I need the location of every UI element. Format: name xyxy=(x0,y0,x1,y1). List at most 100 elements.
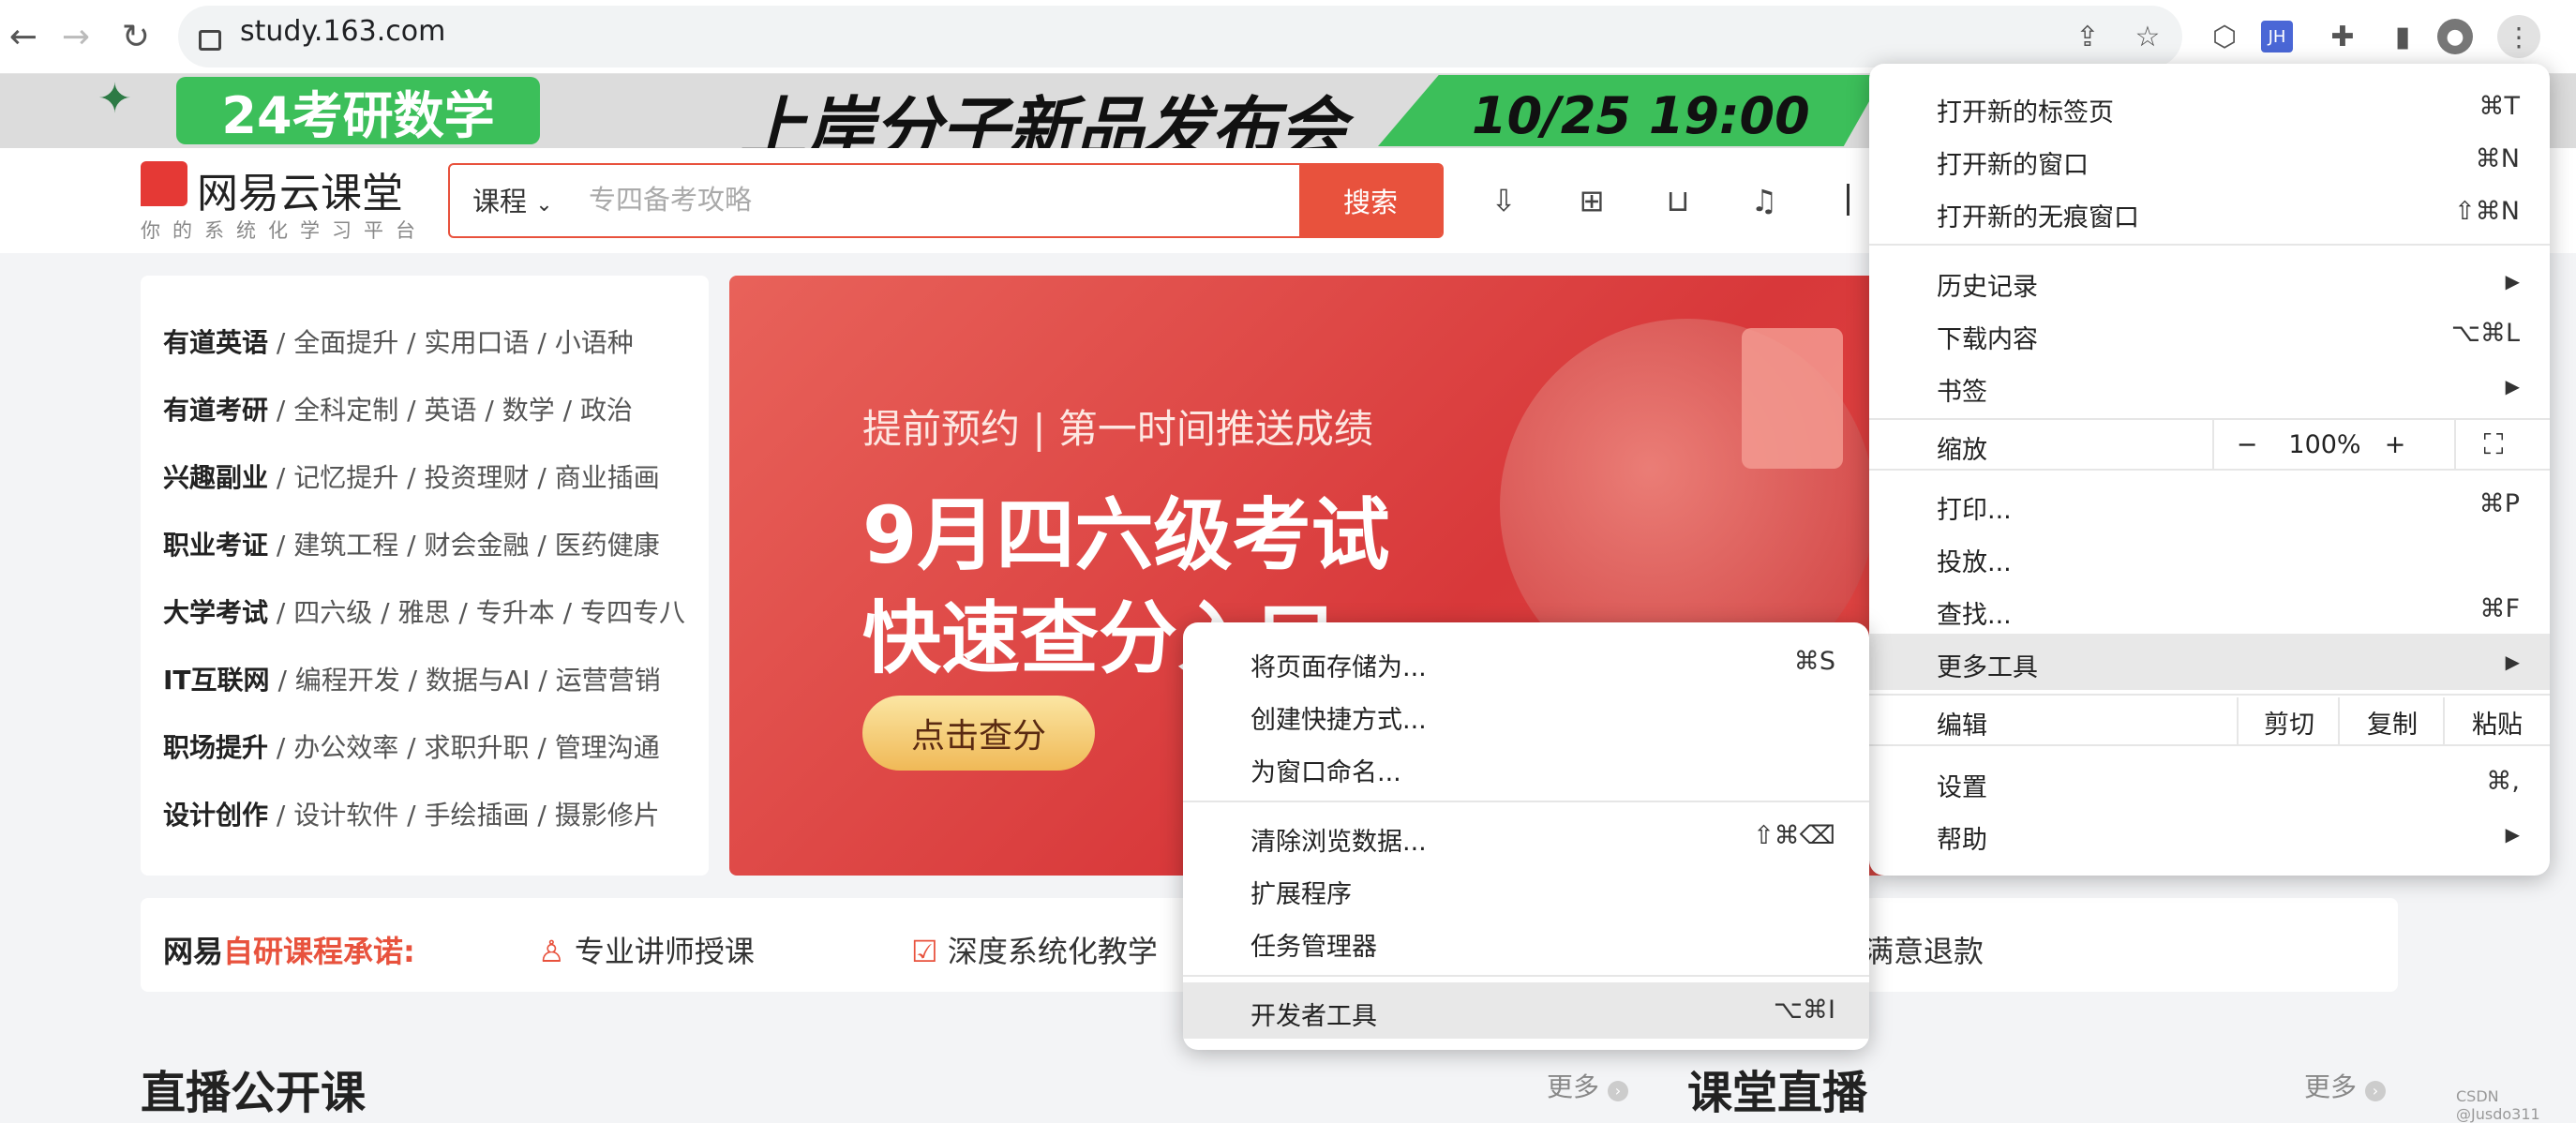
gift-icon[interactable]: ⊞ xyxy=(1571,180,1612,221)
category-row[interactable]: 有道考研 / 全科定制 / 英语 / 数学 / 政治 xyxy=(163,390,633,427)
logo-name[interactable]: 网易云课堂 xyxy=(197,159,403,219)
submenu-arrow-icon: ▶ xyxy=(2505,375,2520,397)
category-subs[interactable]: / 编程开发 / 数据与AI / 运营营销 xyxy=(277,665,660,696)
header-divider xyxy=(1847,184,1850,216)
submenu-item-create-shortcut[interactable]: 创建快捷方式... xyxy=(1183,690,1869,739)
category-row[interactable]: 兴趣副业 / 记忆提升 / 投资理财 / 商业插画 xyxy=(163,457,660,495)
category-subs[interactable]: / 全面提升 / 实用口语 / 小语种 xyxy=(277,327,634,358)
copy-button[interactable]: 复制 xyxy=(2338,697,2445,746)
search-input[interactable] xyxy=(587,169,1284,231)
category-row[interactable]: 职业考证 / 建筑工程 / 财会金融 / 医药健康 xyxy=(163,525,660,562)
category-panel xyxy=(141,276,709,876)
category-main[interactable]: 大学考试 xyxy=(163,597,268,628)
live-more-link[interactable]: 更多 › xyxy=(1547,1067,1628,1104)
category-subs[interactable]: / 全科定制 / 英语 / 数学 / 政治 xyxy=(277,395,633,426)
submenu-item-name-window[interactable]: 为窗口命名... xyxy=(1183,742,1869,791)
category-main[interactable]: 设计创作 xyxy=(163,800,268,831)
submenu-item-save-page[interactable]: 将页面存储为... ⌘S xyxy=(1183,637,1869,686)
menu-item-label: 将页面存储为... xyxy=(1251,653,1427,682)
submenu-item-extensions[interactable]: 扩展程序 xyxy=(1183,864,1869,913)
live-more-label: 更多 xyxy=(1547,1071,1600,1102)
menu-item-label: 打开新的标签页 xyxy=(1937,98,2114,127)
hero-title-line1: 9月四六级考试 xyxy=(862,489,1390,581)
menu-item-label: 打印... xyxy=(1937,496,2012,525)
menu-item-print[interactable]: 打印... ⌘P xyxy=(1869,480,2550,529)
menu-item-more-tools[interactable]: 更多工具 ▶ xyxy=(1869,634,2550,690)
category-main[interactable]: 职场提升 xyxy=(163,732,268,763)
category-main[interactable]: 职业考证 xyxy=(163,530,268,561)
category-main[interactable]: IT互联网 xyxy=(163,665,270,696)
menu-item-label: 投放... xyxy=(1937,548,2012,577)
category-subs[interactable]: / 四六级 / 雅思 / 专升本 / 专四专八 xyxy=(277,597,685,628)
side-panel-icon[interactable]: ▮ xyxy=(2379,13,2426,60)
menu-separator xyxy=(1183,975,1869,977)
menu-item-settings[interactable]: 设置 ⌘, xyxy=(1869,757,2550,806)
watermark: CSDN @Jusdo311 xyxy=(2456,1087,2540,1123)
cut-button[interactable]: 剪切 xyxy=(2237,697,2340,746)
submenu-item-task-manager[interactable]: 任务管理器 xyxy=(1183,917,1869,966)
jh-extension-icon[interactable]: JH xyxy=(2261,21,2293,52)
back-icon[interactable]: ← xyxy=(0,13,47,60)
hero-subtitle: 提前预约 | 第一时间推送成绩 xyxy=(862,406,1373,452)
paste-button[interactable]: 粘贴 xyxy=(2443,697,2550,746)
menu-item-history[interactable]: 历史记录 ▶ xyxy=(1869,257,2550,306)
category-main[interactable]: 兴趣副业 xyxy=(163,462,268,493)
category-subs[interactable]: / 办公效率 / 求职升职 / 管理沟通 xyxy=(277,732,660,763)
category-subs[interactable]: / 设计软件 / 手绘插画 / 摄影修片 xyxy=(277,800,660,831)
promise-item: 满意退款 xyxy=(1864,928,1984,971)
zoom-out-button[interactable]: − xyxy=(2212,420,2280,469)
menu-item-new-tab[interactable]: 打开新的标签页 ⌘T xyxy=(1869,82,2550,131)
menu-item-incognito[interactable]: 打开新的无痕窗口 ⇧⌘N xyxy=(1869,187,2550,236)
category-main[interactable]: 有道考研 xyxy=(163,395,268,426)
category-row[interactable]: 大学考试 / 四六级 / 雅思 / 专升本 / 专四专八 xyxy=(163,592,685,630)
menu-item-new-window[interactable]: 打开新的窗口 ⌘N xyxy=(1869,135,2550,184)
shortcut-label: ⌘T xyxy=(2479,92,2521,121)
url-text[interactable]: study.163.com xyxy=(240,15,445,48)
check-score-button[interactable]: 点击查分 xyxy=(862,696,1095,771)
submenu-arrow-icon: ▶ xyxy=(2505,823,2520,846)
category-main[interactable]: 有道英语 xyxy=(163,327,268,358)
shortcut-label: ⌘F xyxy=(2479,594,2520,623)
menu-item-find[interactable]: 查找... ⌘F xyxy=(1869,585,2550,634)
category-row[interactable]: 设计创作 / 设计软件 / 手绘插画 / 摄影修片 xyxy=(163,795,660,832)
zoom-in-button[interactable]: + xyxy=(2372,420,2419,469)
search-category-label: 课程 xyxy=(472,186,528,217)
category-subs[interactable]: / 建筑工程 / 财会金融 / 医药健康 xyxy=(277,530,660,561)
profile-avatar[interactable]: ● xyxy=(2437,19,2473,54)
puzzle-icon[interactable]: ✚ xyxy=(2319,13,2366,60)
bookmark-star-icon[interactable]: ☆ xyxy=(2124,13,2171,60)
address-bar[interactable] xyxy=(178,6,2182,67)
menu-item-cast[interactable]: 投放... xyxy=(1869,532,2550,581)
teacher-icon: ♙ xyxy=(538,934,565,969)
menu-item-label: 开发者工具 xyxy=(1251,1002,1377,1031)
category-row[interactable]: 职场提升 / 办公效率 / 求职升职 / 管理沟通 xyxy=(163,727,660,765)
reload-icon[interactable]: ↻ xyxy=(112,13,159,60)
menu-kebab-icon[interactable]: ⋮ xyxy=(2497,15,2540,58)
category-row[interactable]: IT互联网 / 编程开发 / 数据与AI / 运营营销 xyxy=(163,660,661,697)
category-subs[interactable]: / 记忆提升 / 投资理财 / 商业插画 xyxy=(277,462,660,493)
menu-item-label: 清除浏览数据... xyxy=(1251,828,1427,857)
share-icon[interactable]: ⇪ xyxy=(2064,13,2111,60)
menu-item-downloads[interactable]: 下载内容 ⌥⌘L xyxy=(1869,309,2550,358)
fullscreen-icon[interactable]: ⛶ xyxy=(2454,420,2531,469)
class-more-link[interactable]: 更多 › xyxy=(2304,1067,2386,1104)
menu-separator xyxy=(1869,469,2550,471)
extension-icon[interactable]: ⬡ xyxy=(2201,13,2248,60)
menu-item-label: 帮助 xyxy=(1937,826,1987,855)
menu-item-bookmarks[interactable]: 书签 ▶ xyxy=(1869,362,2550,411)
submenu-item-clear-data[interactable]: 清除浏览数据... ⇧⌘⌫ xyxy=(1183,812,1869,861)
cart-icon[interactable]: ⊔ xyxy=(1657,180,1699,221)
search-category-select[interactable]: 课程 ⌄ xyxy=(472,180,553,219)
promo-date: 10/25 19:00 xyxy=(1472,86,1810,145)
sparkle-icon: ✦ xyxy=(97,75,132,123)
menu-item-label: 书签 xyxy=(1937,378,1987,407)
menu-separator xyxy=(1183,801,1869,802)
menu-item-help[interactable]: 帮助 ▶ xyxy=(1869,810,2550,859)
category-row[interactable]: 有道英语 / 全面提升 / 实用口语 / 小语种 xyxy=(163,322,634,360)
logo-icon[interactable] xyxy=(141,161,187,206)
submenu-item-dev-tools[interactable]: 开发者工具 ⌥⌘I xyxy=(1183,982,1869,1039)
search-button[interactable]: 搜索 xyxy=(1299,163,1442,238)
download-icon[interactable]: ⇩ xyxy=(1483,180,1524,221)
forward-icon[interactable]: → xyxy=(52,13,99,60)
bell-icon[interactable]: ♫ xyxy=(1744,180,1785,221)
